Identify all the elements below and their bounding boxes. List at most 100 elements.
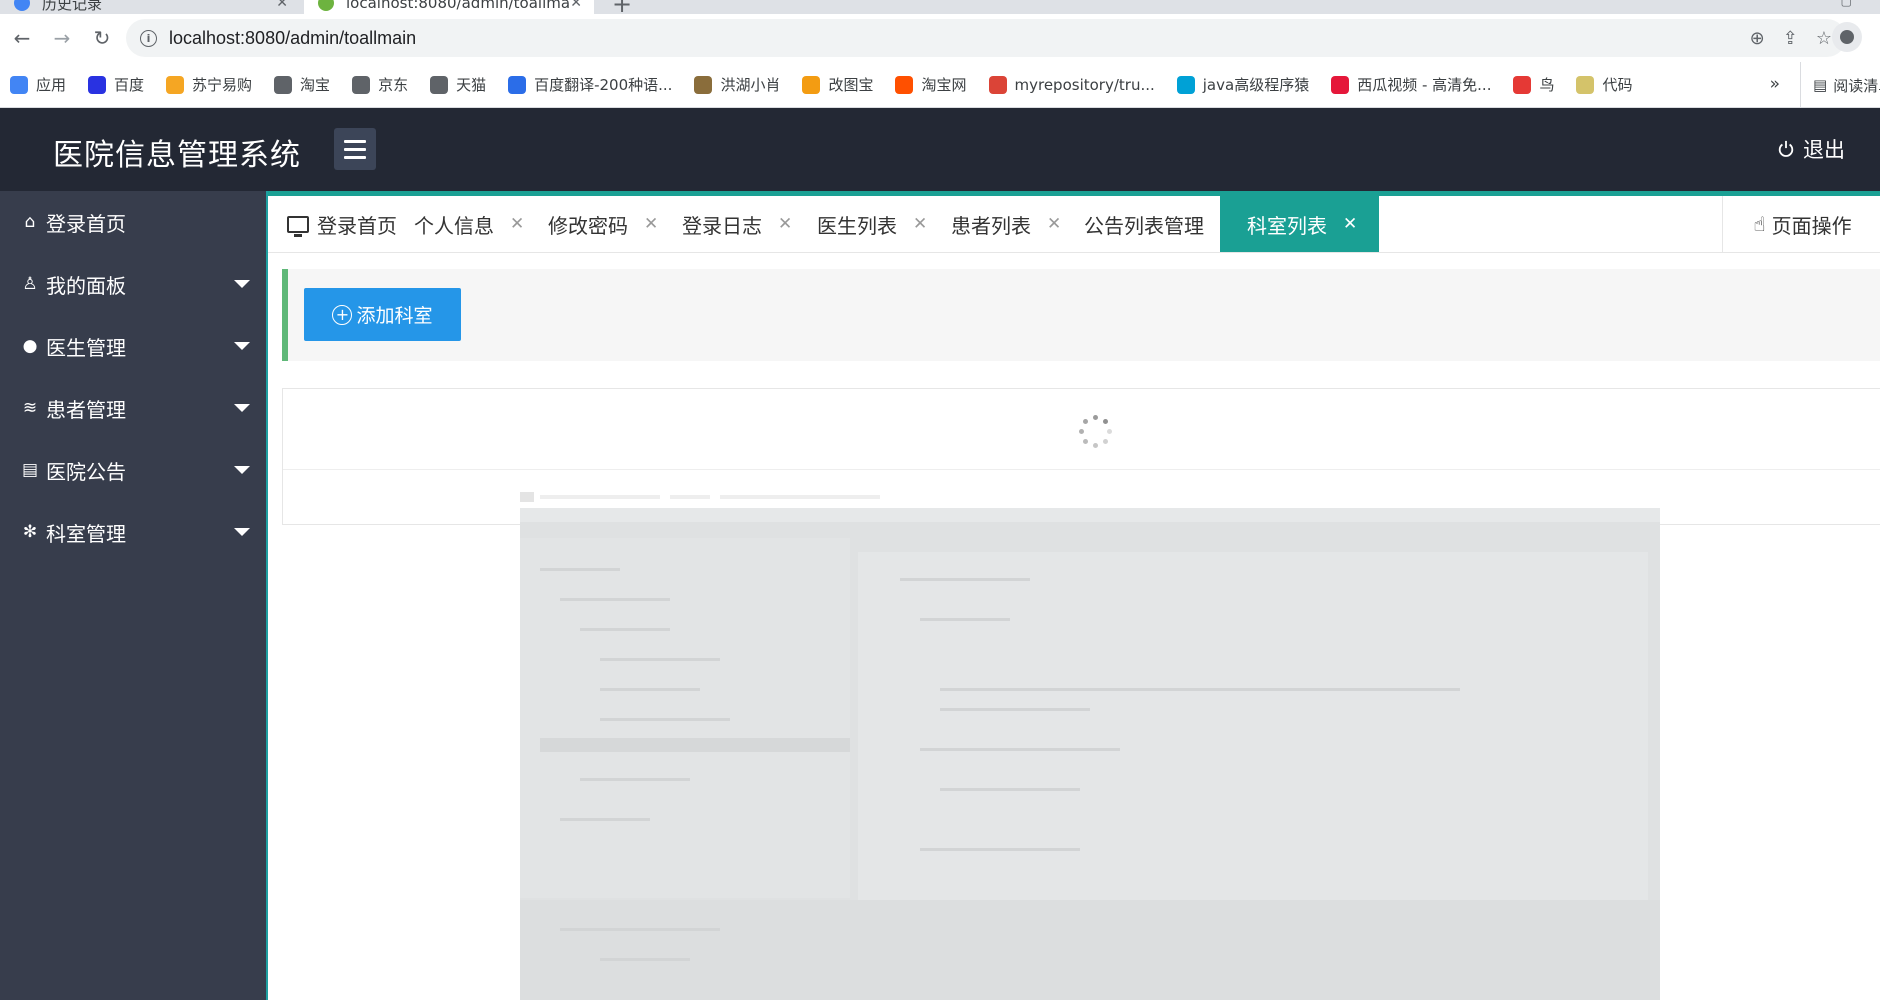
bookmark-item[interactable]: 应用 — [10, 74, 66, 95]
xigua-icon — [1331, 75, 1350, 94]
close-icon[interactable]: ✕ — [644, 214, 658, 234]
bookmark-item[interactable]: 百度翻译-200种语... — [508, 74, 672, 95]
sidebar-item[interactable]: ≋ 患者管理 — [0, 377, 266, 439]
site-info-icon[interactable]: i — [140, 29, 157, 47]
menu-toggle-button[interactable] — [334, 128, 376, 170]
globe-icon — [352, 75, 371, 94]
page-tab[interactable]: 登录日志 ✕ — [682, 196, 792, 252]
spinner-dot — [1093, 443, 1098, 448]
page-tab-label: 个人信息 — [414, 213, 494, 238]
caret-down-icon[interactable] — [234, 404, 250, 412]
page-tab-label: 公告列表管理 — [1084, 213, 1204, 238]
hamburger-icon — [344, 139, 366, 143]
bookmark-item[interactable]: 京东 — [352, 74, 408, 95]
bird-icon — [1513, 75, 1532, 94]
caret-down-icon[interactable] — [234, 528, 250, 536]
sidebar-item[interactable]: ⌂ 登录首页 — [0, 191, 266, 253]
reading-list-button[interactable]: ▤ 阅读清单 — [1800, 62, 1880, 107]
background-screenshot-ghost — [520, 508, 1660, 1000]
reload-icon[interactable]: ↻ — [84, 20, 120, 56]
taobao-icon — [895, 75, 914, 94]
page-tab[interactable]: 修改密码 ✕ — [548, 196, 658, 252]
page-tab-label: 患者列表 — [951, 213, 1031, 238]
sidebar-item-label: 登录首页 — [46, 211, 126, 236]
close-icon[interactable]: ✕ — [913, 214, 927, 234]
page-tab[interactable]: 患者列表 ✕ — [951, 196, 1061, 252]
bookmark-item[interactable]: myrepository/tru... — [988, 75, 1155, 94]
toolbar-row: + 添加科室 — [282, 269, 1880, 361]
leaf-favicon-icon — [318, 0, 334, 11]
sidebar-item[interactable]: ✻ 科室管理 — [0, 501, 266, 563]
wechat-icon: ● — [22, 336, 38, 356]
page-tab-label: 登录日志 — [682, 213, 762, 238]
tab-close-icon[interactable]: ✕ — [570, 0, 582, 11]
browser-tab-title: localhost:8080/admin/toallmai — [346, 0, 571, 12]
browser-tab-title: 历史记录 — [42, 0, 103, 13]
sidebar-item[interactable]: ▤ 医院公告 — [0, 439, 266, 501]
browser-toolbar: ← → ↻ i localhost:8080/admin/toallmain ⊕… — [0, 14, 1880, 62]
profile-avatar-icon[interactable] — [1832, 22, 1862, 52]
close-icon[interactable]: ✕ — [510, 214, 524, 234]
bookmarks-bar: 应用 百度 苏宁易购 淘宝 京东 天猫 百度翻译-200种语... 洪湖小肖 改图宝 淘宝网 myr… — [0, 62, 1880, 108]
bookmark-item[interactable]: 代码 — [1576, 74, 1633, 95]
page-tab[interactable]: 公告列表管理✕ — [1084, 196, 1234, 252]
page-tab[interactable]: 医生列表 ✕ — [817, 196, 927, 252]
bookmark-star-icon[interactable]: ☆ — [1816, 28, 1832, 49]
browser-tab-history[interactable]: 历史记录 ✕ — [0, 0, 300, 14]
caret-down-icon[interactable] — [234, 466, 250, 474]
sidebar-item-label: 医生管理 — [46, 335, 126, 360]
hamburger-icon — [344, 155, 366, 159]
page-tab[interactable]: 登录首页 — [287, 196, 397, 252]
page-tab[interactable]: 个人信息 ✕ — [414, 196, 524, 252]
hand-pointer-icon: ☝ — [1753, 212, 1766, 236]
back-icon[interactable]: ← — [4, 20, 40, 56]
page-tab-label: 医生列表 — [817, 213, 897, 238]
spinner-dot — [1107, 429, 1112, 434]
forward-icon[interactable]: → — [44, 20, 80, 56]
bookmark-item[interactable]: 洪湖小肖 — [694, 74, 780, 95]
bookmark-item[interactable]: 苏宁易购 — [166, 74, 252, 95]
close-icon[interactable]: ✕ — [1343, 214, 1357, 234]
close-icon[interactable]: ✕ — [1047, 214, 1061, 234]
address-url[interactable]: localhost:8080/admin/toallmain — [169, 28, 416, 49]
logout-label: 退出 — [1803, 138, 1845, 162]
caret-down-icon[interactable] — [234, 280, 250, 288]
bookmark-item[interactable]: 淘宝 — [274, 74, 330, 95]
bookmark-item[interactable]: 改图宝 — [802, 74, 873, 95]
sidebar-item[interactable]: ● 医生管理 — [0, 315, 266, 377]
app-header: 医院信息管理系统 退出 — [0, 108, 1880, 191]
address-bar[interactable]: i localhost:8080/admin/toallmain ⊕ ⇪ ☆ — [126, 19, 1846, 57]
bookmark-item[interactable]: 鸟 — [1513, 74, 1554, 95]
caret-down-icon[interactable] — [234, 342, 250, 350]
page-operations-button[interactable]: ☝ 页面操作 — [1722, 196, 1880, 252]
bookmark-label: myrepository/tru... — [1014, 75, 1155, 94]
window-restore-icon[interactable]: ▢ — [1841, 0, 1852, 8]
new-tab-button[interactable]: + — [612, 0, 632, 14]
logout-button[interactable]: 退出 — [1777, 134, 1845, 164]
page-tab-label: 修改密码 — [548, 213, 628, 238]
bookmark-label: 京东 — [378, 76, 409, 94]
share-icon[interactable]: ⇪ — [1783, 28, 1798, 49]
globe-icon — [274, 75, 293, 94]
bookmark-label: 洪湖小肖 — [720, 76, 781, 94]
spinner-dot — [1083, 438, 1089, 444]
bookmark-label: 天猫 — [456, 76, 487, 94]
bookmark-label: java高级程序猿 — [1202, 76, 1310, 94]
bookmark-item[interactable]: java高级程序猿 — [1176, 74, 1310, 95]
bookmark-label: 代码 — [1602, 76, 1633, 94]
bookmark-item[interactable]: 天猫 — [430, 74, 486, 95]
bookmark-item[interactable]: 百度 — [88, 74, 144, 95]
notice-icon: ▤ — [21, 460, 39, 480]
sidebar-item[interactable]: ♙ 我的面板 — [0, 253, 266, 315]
tab-close-icon[interactable]: ✕ — [276, 0, 288, 11]
bookmark-item[interactable]: 淘宝网 — [895, 74, 967, 95]
bookmark-item[interactable]: 西瓜视频 - 高清免... — [1331, 74, 1491, 95]
zoom-icon[interactable]: ⊕ — [1750, 28, 1765, 49]
department-table — [282, 388, 1880, 525]
bookmark-label: 百度翻译-200种语... — [534, 76, 673, 94]
bookmarks-more-icon[interactable]: » — [1770, 74, 1780, 94]
browser-tab-active[interactable]: localhost:8080/admin/toallmai ✕ — [304, 0, 594, 14]
add-department-button[interactable]: + 添加科室 — [304, 288, 461, 341]
page-tab-active[interactable]: 科室列表 ✕ — [1220, 196, 1380, 252]
close-icon[interactable]: ✕ — [778, 214, 792, 234]
